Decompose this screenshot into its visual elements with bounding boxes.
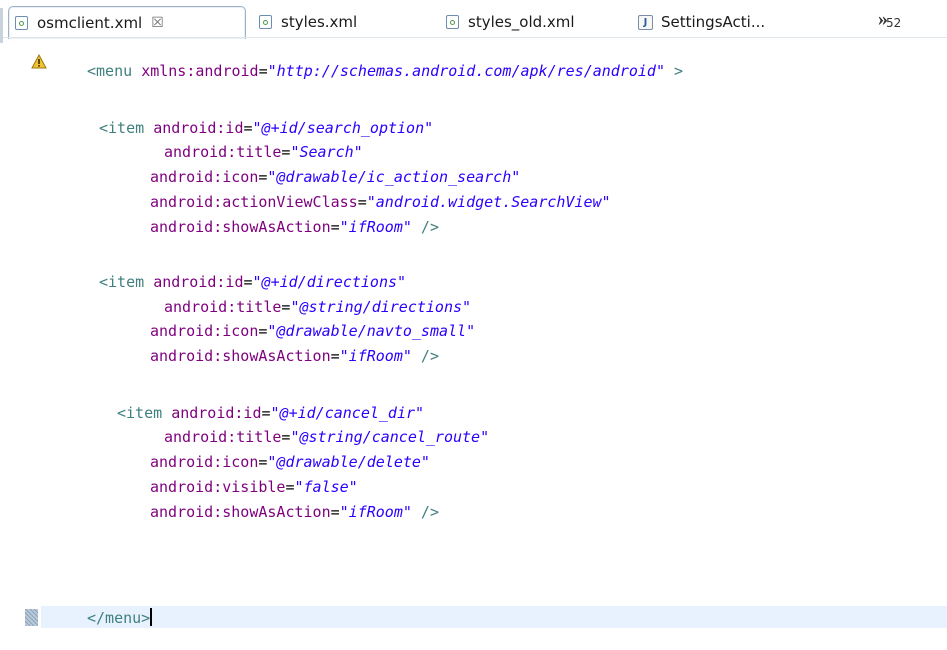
tab-styles-xml[interactable]: styles.xml	[253, 6, 357, 38]
text-cursor	[150, 608, 153, 626]
overview-marker[interactable]	[25, 609, 38, 626]
code-line: android:showAsAction="ifRoom" />	[150, 347, 439, 365]
code-line-menu-close: </menu>	[87, 608, 153, 627]
code-line: android:icon="@drawable/ic_action_search…	[150, 168, 521, 186]
code-line-menu-open: <menu xmlns:android="http://schemas.andr…	[87, 62, 684, 80]
code-line: <item android:id="@+id/cancel_dir"	[117, 404, 425, 422]
tab-label: SettingsActi...	[661, 13, 766, 31]
code-line: <item android:id="@+id/directions"	[99, 273, 407, 291]
tab-osmclient-xml[interactable]: osmclient.xml ☒	[8, 6, 246, 39]
code-line: android:showAsAction="ifRoom" />	[150, 503, 439, 521]
tab-settings-activity[interactable]: J SettingsActi...	[624, 6, 765, 38]
xml-file-icon	[259, 15, 272, 29]
code-line: android:title="Search"	[164, 143, 363, 161]
java-file-icon: J	[638, 14, 653, 30]
xml-file-icon	[15, 16, 28, 30]
code-line: android:icon="@drawable/navto_small"	[150, 322, 476, 340]
tab-label: styles.xml	[281, 13, 358, 31]
code-line: android:actionViewClass="android.widget.…	[150, 193, 611, 211]
code-line: android:showAsAction="ifRoom" />	[150, 218, 439, 236]
tab-styles-old-xml[interactable]: styles_old.xml	[440, 6, 575, 38]
code-line: <item android:id="@+id/search_option"	[99, 119, 434, 137]
xml-file-icon	[446, 15, 459, 29]
editor-tab-bar: osmclient.xml ☒ styles.xml styles_old.xm…	[0, 0, 947, 40]
code-line: android:icon="@drawable/delete"	[150, 453, 430, 471]
tab-label: styles_old.xml	[468, 13, 575, 31]
close-icon[interactable]: ☒	[151, 15, 164, 31]
tab-label: osmclient.xml	[37, 14, 143, 32]
code-line: android:title="@string/directions"	[164, 298, 472, 316]
warning-icon	[31, 54, 47, 69]
hidden-tab-count: 52	[886, 16, 902, 30]
more-tabs-button[interactable]: »52	[878, 8, 901, 31]
chevron-double-right-icon: »	[878, 8, 888, 30]
code-line: android:title="@string/cancel_route"	[164, 428, 490, 446]
current-line-highlight	[41, 606, 947, 628]
code-line: android:visible="false"	[150, 478, 358, 496]
annotation-ruler	[0, 43, 32, 650]
